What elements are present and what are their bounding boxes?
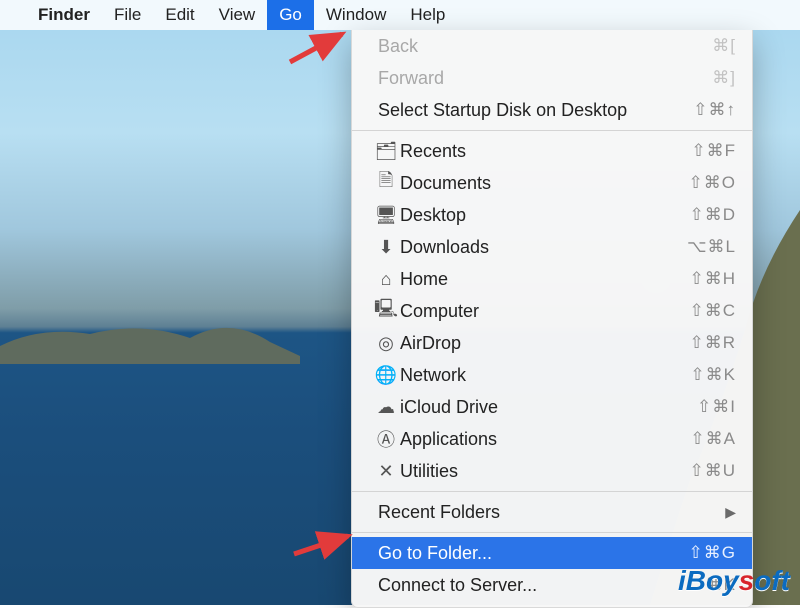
menubar-item-file[interactable]: File xyxy=(102,0,153,30)
computer-icon: 🖳 xyxy=(372,296,400,326)
menu-item-recent-folders[interactable]: Recent Folders ▶ xyxy=(352,496,752,528)
home-icon: ⌂ xyxy=(372,269,400,290)
menubar-item-edit[interactable]: Edit xyxy=(153,0,206,30)
menu-separator xyxy=(352,491,752,492)
menu-item-recents[interactable]: 🗂 Recents ⇧⌘F xyxy=(352,135,752,167)
menu-item-back[interactable]: Back ⌘[ xyxy=(352,30,752,62)
menubar-item-window[interactable]: Window xyxy=(314,0,398,30)
menu-item-utilities[interactable]: ✕ Utilities ⇧⌘U xyxy=(352,455,752,487)
documents-icon: 🗎 xyxy=(372,168,400,198)
menu-item-downloads[interactable]: ⬇ Downloads ⌥⌘L xyxy=(352,231,752,263)
menu-item-applications[interactable]: Ⓐ Applications ⇧⌘A xyxy=(352,423,752,455)
airdrop-icon: ◎ xyxy=(372,333,400,354)
menubar-item-go[interactable]: Go xyxy=(267,0,314,30)
network-icon: 🌐 xyxy=(372,365,400,386)
submenu-arrow-icon: ▶ xyxy=(725,504,736,521)
utilities-icon: ✕ xyxy=(372,461,400,482)
menubar-item-finder[interactable]: Finder xyxy=(26,0,102,30)
island-silhouette xyxy=(0,316,300,364)
menu-item-desktop[interactable]: 🖥 Desktop ⇧⌘D xyxy=(352,199,752,231)
menu-item-computer[interactable]: 🖳 Computer ⇧⌘C xyxy=(352,295,752,327)
menu-separator xyxy=(352,130,752,131)
menu-item-airdrop[interactable]: ◎ AirDrop ⇧⌘R xyxy=(352,327,752,359)
menu-item-home[interactable]: ⌂ Home ⇧⌘H xyxy=(352,263,752,295)
downloads-icon: ⬇ xyxy=(372,237,400,258)
menu-item-network[interactable]: 🌐 Network ⇧⌘K xyxy=(352,359,752,391)
menu-separator xyxy=(352,532,752,533)
menubar-item-view[interactable]: View xyxy=(207,0,268,30)
applications-icon: Ⓐ xyxy=(372,426,400,452)
icloud-icon: ☁ xyxy=(372,397,400,418)
go-menu-dropdown: Back ⌘[ Forward ⌘] Select Startup Disk o… xyxy=(351,30,753,608)
recents-icon: 🗂 xyxy=(372,141,400,162)
menubar-item-help[interactable]: Help xyxy=(398,0,457,30)
menu-item-select-startup-disk[interactable]: Select Startup Disk on Desktop ⇧⌘↑ xyxy=(352,94,752,126)
menu-item-documents[interactable]: 🗎 Documents ⇧⌘O xyxy=(352,167,752,199)
watermark: iBoysoft xyxy=(678,565,790,597)
desktop-icon: 🖥 xyxy=(372,205,400,226)
menu-item-icloud-drive[interactable]: ☁ iCloud Drive ⇧⌘I xyxy=(352,391,752,423)
menu-item-forward[interactable]: Forward ⌘] xyxy=(352,62,752,94)
menubar: Finder File Edit View Go Window Help xyxy=(0,0,800,30)
